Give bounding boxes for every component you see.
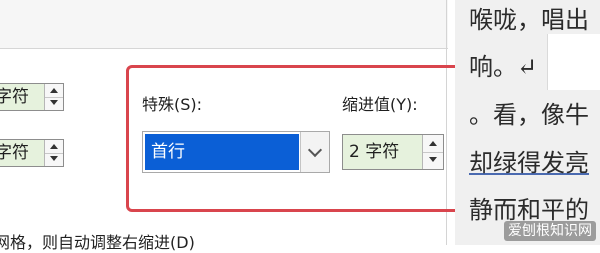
indent-left-value[interactable]: 字符 — [0, 84, 45, 110]
spin-down-button[interactable] — [45, 97, 63, 110]
indent-right-spinner — [44, 140, 63, 166]
document-line: 却绿得发亮 — [469, 149, 589, 177]
page-blank-area — [547, 34, 600, 90]
watermark: 爱刨根知识网 — [504, 221, 596, 241]
up-arrow-icon — [50, 88, 58, 93]
spin-down-button[interactable] — [45, 153, 63, 166]
down-arrow-icon — [50, 100, 58, 105]
indent-right-value[interactable]: 字符 — [0, 140, 45, 166]
up-arrow-icon — [50, 144, 58, 149]
auto-adjust-indent-checkbox-label[interactable]: 网格，则自动调整右缩进(D) — [0, 233, 195, 253]
indent-left-spinner — [44, 84, 63, 110]
paragraph-dialog: 字符 字符 特殊(S): 首行 缩进值(Y): 2 字符 网格，则自动调整右缩进… — [0, 0, 462, 252]
divider — [0, 48, 448, 49]
spin-up-button[interactable] — [45, 140, 63, 154]
spin-up-button[interactable] — [45, 84, 63, 98]
document-line: 。看，像牛 — [469, 101, 589, 129]
document-preview: 喉咙，唱出 响。↵ 。看，像牛 却绿得发亮 静而和平的 爱刨根知识网 — [455, 0, 600, 245]
indent-right-spinbox[interactable]: 字符 — [0, 139, 64, 167]
document-line: 喉咙，唱出 — [469, 6, 589, 34]
down-arrow-icon — [50, 156, 58, 161]
dialog-top-area — [0, 0, 448, 48]
red-highlight-frame — [126, 65, 462, 212]
indent-left-spinbox[interactable]: 字符 — [0, 83, 64, 111]
document-line: 响。↵ — [469, 53, 538, 81]
